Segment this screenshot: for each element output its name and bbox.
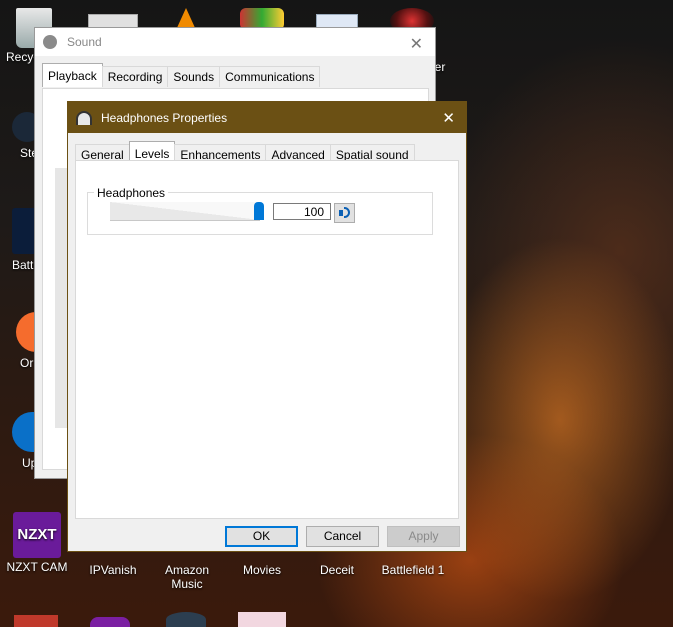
tab-communications[interactable]: Communications	[219, 66, 321, 87]
desktop-icon-battlefield-1[interactable]: Battlefield 1	[374, 563, 452, 577]
cancel-button[interactable]: Cancel	[306, 526, 379, 547]
sound-title: Sound	[67, 35, 102, 49]
desktop-icon-label: Deceit	[319, 563, 354, 577]
desktop-icon-bottom-3[interactable]	[166, 612, 206, 627]
volume-value-field[interactable]	[273, 203, 331, 220]
sound-wave-icon	[344, 207, 350, 218]
desktop-icon-nzxt-cam[interactable]: NZXT NZXT CAM	[0, 512, 74, 574]
desktop-icon-origin[interactable]: Or	[0, 312, 38, 370]
desktop-icon-deceit[interactable]: Deceit	[300, 563, 374, 577]
sound-tabs: Playback Recording Sounds Communications	[35, 56, 435, 87]
desktop-icon-bottom-4[interactable]	[238, 612, 286, 627]
desktop-icon-movies[interactable]: Movies	[225, 563, 299, 577]
volume-slider-ticks	[110, 220, 260, 221]
desktop-icon-label: Amazon Music	[164, 563, 210, 591]
desktop-icon-bottom-1[interactable]	[14, 615, 58, 627]
desktop-icon-label: Up	[22, 456, 38, 470]
sound-title-bar[interactable]: Sound ✕	[35, 28, 435, 56]
desktop-icon-label: Movies	[242, 563, 281, 577]
tab-playback[interactable]: Playback	[42, 63, 103, 87]
desktop-icon-label: IPVanish	[89, 563, 137, 577]
desktop-icon-label: Or	[20, 356, 34, 370]
speaker-icon	[43, 35, 57, 49]
desktop-icon-label: Battlefield 1	[381, 563, 445, 577]
headphones-title-bar[interactable]: Headphones Properties ✕	[68, 102, 466, 133]
group-label: Headphones	[94, 186, 169, 200]
uplay-icon	[12, 412, 36, 452]
desktop-icon-uplay[interactable]: Up	[0, 412, 38, 470]
desktop-icon-label: NZXT CAM	[6, 560, 68, 574]
ok-button[interactable]: OK	[225, 526, 298, 547]
headphones-icon	[76, 110, 92, 125]
tab-sounds[interactable]: Sounds	[167, 66, 221, 87]
desktop-icon-bottom-2[interactable]	[90, 617, 130, 627]
desktop-icon-label: Ste	[20, 146, 39, 160]
volume-slider[interactable]	[110, 202, 264, 222]
desktop-icon-battlenet[interactable]: Batt	[0, 208, 38, 272]
desktop-icon-steam[interactable]: Ste	[0, 112, 42, 160]
close-icon[interactable]: ✕	[442, 109, 455, 127]
tab-recording[interactable]: Recording	[101, 66, 169, 87]
device-list-strip	[55, 168, 67, 428]
desktop-icon-ipvanish[interactable]: IPVanish	[76, 563, 150, 577]
nzxt-logo-icon: NZXT	[13, 512, 61, 558]
desktop-icon-label: Batt	[12, 258, 34, 272]
close-icon[interactable]: ✕	[410, 34, 423, 54]
headphones-properties-window[interactable]: Headphones Properties ✕ General Levels E…	[67, 101, 467, 552]
speaker-icon	[339, 210, 343, 216]
desktop-icon-amazon-music[interactable]: Amazon Music	[150, 563, 224, 591]
mute-button[interactable]	[334, 203, 355, 223]
volume-slider-track	[110, 202, 260, 220]
levels-tab-panel: Headphones	[75, 160, 459, 519]
volume-slider-thumb[interactable]	[254, 202, 264, 220]
apply-button[interactable]: Apply	[387, 526, 460, 547]
headphones-title: Headphones Properties	[101, 110, 228, 125]
